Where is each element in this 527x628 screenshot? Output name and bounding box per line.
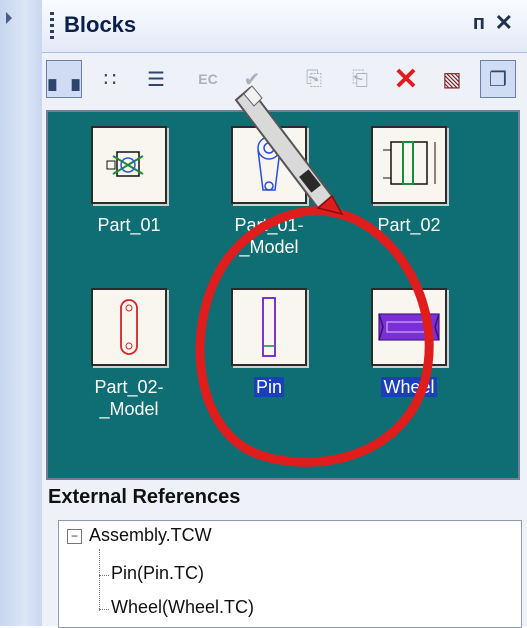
block-label: Part_01- _Model [234, 215, 304, 257]
clipboard-icon: ❐ [489, 68, 507, 91]
external-references-tree[interactable]: − Assembly.TCW Pin(Pin.TC) Wheel(Wheel.T… [58, 520, 522, 628]
view-small-icons-button[interactable]: ∷ [92, 60, 128, 98]
tree-connector [99, 575, 109, 576]
blocks-canvas[interactable]: Part_01 Part_01- _Model Part_02 Part_02-… [46, 110, 520, 480]
block-thumbnail [371, 126, 447, 204]
block-thumbnail [91, 288, 167, 366]
block-item[interactable]: Part_02- _Model [64, 288, 194, 420]
clipboard-button[interactable]: ❐ [480, 60, 516, 98]
close-icon[interactable]: ✕ [495, 10, 513, 36]
expand-arrow-icon[interactable] [6, 12, 12, 24]
block-thumbnail [371, 288, 447, 366]
tree-connector [99, 609, 109, 610]
view-list-icon: ☰ [147, 68, 165, 91]
edit-contents-button[interactable]: EC [190, 60, 226, 98]
checkmark-icon: ✔ [243, 68, 261, 91]
tree-child-item[interactable]: Wheel(Wheel.TC) [111, 597, 254, 618]
delete-icon: ✕ [393, 62, 419, 96]
left-dock-strip [0, 0, 43, 626]
copy-block-icon: ⎘ [306, 67, 322, 90]
tree-child-item[interactable]: Pin(Pin.TC) [111, 563, 204, 584]
block-label: Pin [253, 377, 284, 397]
tree-connector [99, 549, 100, 611]
tree-root-item[interactable]: Assembly.TCW [89, 525, 212, 546]
pin-icon[interactable]: ᴨ [473, 12, 485, 35]
checkmark-button[interactable]: ✔ [234, 60, 270, 98]
block-label: Part_02- _Model [94, 377, 164, 419]
edit-contents-icon: EC [198, 71, 218, 87]
block-item[interactable]: Part_01 [64, 126, 194, 236]
block-label: Wheel [381, 377, 437, 397]
view-list-button[interactable]: ☰ [138, 60, 174, 98]
view-small-icons-icon: ∷ [103, 68, 117, 91]
blocks-panel: Blocks ᴨ ✕ ▖▗ ∷ ☰ EC ✔ ⎘ ⎗ ✕ ▧ ❐ Part_01 [42, 0, 527, 628]
block-item[interactable]: Wheel [344, 288, 474, 398]
block-label: Part_02 [377, 215, 441, 235]
block-item[interactable]: Part_02 [344, 126, 474, 236]
delete-button[interactable]: ✕ [388, 60, 424, 98]
external-references-title: External References [48, 486, 241, 508]
block-thumbnail [231, 288, 307, 366]
paste-block-button[interactable]: ⎗ [342, 60, 378, 98]
purge-button[interactable]: ▧ [434, 60, 470, 98]
view-large-icons-icon: ▖▗ [48, 68, 80, 91]
panel-title: Blocks [64, 12, 137, 37]
block-thumbnail [91, 126, 167, 204]
block-item[interactable]: Part_01- _Model [204, 126, 334, 258]
drag-grip-icon[interactable] [50, 12, 54, 40]
block-item[interactable]: Pin [204, 288, 334, 398]
blocks-toolbar: ▖▗ ∷ ☰ EC ✔ ⎘ ⎗ ✕ ▧ ❐ [44, 54, 522, 106]
collapse-icon[interactable]: − [67, 529, 82, 544]
block-thumbnail [231, 126, 307, 204]
purge-icon: ▧ [442, 68, 462, 91]
copy-block-button[interactable]: ⎘ [296, 60, 332, 98]
block-label: Part_01 [97, 215, 161, 235]
paste-block-icon: ⎗ [352, 67, 368, 90]
view-large-icons-button[interactable]: ▖▗ [46, 60, 82, 98]
panel-titlebar: Blocks ᴨ ✕ [42, 0, 527, 53]
